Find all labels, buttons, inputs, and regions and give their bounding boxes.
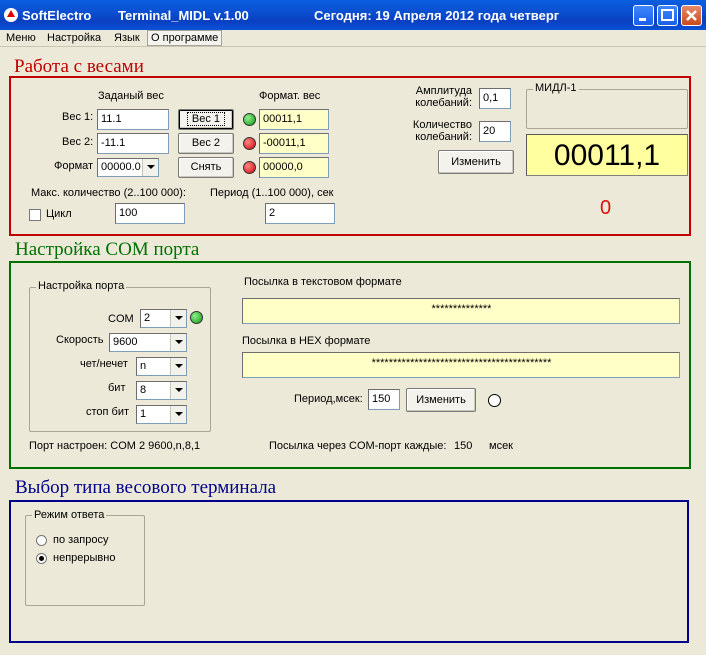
chevron-down-icon[interactable]: [170, 334, 186, 351]
menu-bar: Меню Настройка Язык О программе: [0, 30, 706, 47]
format-label: Формат: [54, 160, 94, 172]
bits-select[interactable]: 8: [136, 381, 187, 400]
stop-bits-label: стоп бит: [86, 406, 130, 418]
weight1-label: Вес 1:: [62, 111, 94, 123]
terminal-section-title: Выбор типа весового терминала: [15, 477, 277, 498]
speed-label: Скорость: [56, 334, 104, 346]
close-button[interactable]: [681, 5, 702, 26]
max-count-label: Макс. количество (2..100 000):: [31, 187, 186, 199]
menu-item-about[interactable]: О программе: [147, 30, 223, 46]
radio-continuous[interactable]: [36, 553, 47, 564]
remove-status-indicator: [243, 161, 256, 174]
format-select-value: 00000.0: [101, 161, 141, 173]
weight2-button[interactable]: Вес 2: [178, 133, 234, 154]
amplitude-label-1: Амплитуда: [415, 85, 472, 97]
change-period-button[interactable]: Изменить: [406, 388, 476, 412]
minimize-button[interactable]: [633, 5, 654, 26]
stop-bits-select[interactable]: 1: [136, 405, 187, 424]
chevron-down-icon[interactable]: [142, 159, 158, 176]
speed-select-value: 9600: [113, 336, 138, 348]
osc-count-label-2: колебаний:: [415, 131, 472, 143]
amplitude-label-2: колебаний:: [415, 97, 472, 109]
parity-select[interactable]: n: [136, 357, 187, 376]
continuous-label: непрерывно: [53, 552, 116, 564]
parity-select-value: n: [140, 360, 147, 372]
weight1-button[interactable]: Вес 1: [178, 109, 234, 130]
counter-value: 0: [600, 197, 612, 219]
date-text: Сегодня: 19 Апреля 2012 года четверг: [314, 8, 560, 23]
max-count-input[interactable]: 100: [115, 203, 185, 224]
text-send-label: Посылка в текстовом формате: [244, 276, 402, 288]
format-weight2-output: -00011,1: [259, 133, 329, 154]
hex-send-field[interactable]: ****************************************…: [242, 352, 680, 378]
amplitude-input[interactable]: 0,1: [479, 88, 511, 109]
port-settings-title: Настройка порта: [36, 280, 127, 292]
app-name: SoftElectro: [22, 8, 92, 23]
period-label: Период (1..100 000), сек: [210, 187, 334, 199]
menu-item-menu[interactable]: Меню: [6, 32, 36, 44]
send-every-unit: мсек: [489, 440, 513, 452]
com-section-title: Настройка COM порта: [15, 239, 200, 260]
format-weight-header: Формат. вес: [259, 90, 321, 102]
menu-item-language[interactable]: Язык: [114, 32, 140, 44]
com-select-value: 2: [144, 312, 151, 324]
title-bar[interactable]: SoftElectro Terminal_MIDL v.1.00 Сегодня…: [0, 0, 706, 30]
set-weight-header: Заданый вес: [98, 90, 164, 102]
cycle-checkbox[interactable]: [29, 209, 41, 221]
cycle-label: Цикл: [46, 208, 72, 220]
bits-label: бит: [108, 382, 126, 394]
bits-select-value: 8: [140, 384, 147, 396]
maximize-button[interactable]: [657, 5, 678, 26]
radio-on-request[interactable]: [36, 535, 47, 546]
speed-select[interactable]: 9600: [109, 333, 187, 352]
period-input[interactable]: 2: [265, 203, 335, 224]
weight2-input[interactable]: -11.1: [97, 133, 169, 154]
chevron-down-icon[interactable]: [170, 310, 186, 327]
osc-count-label-1: Количество: [412, 119, 472, 131]
send-status-indicator: [488, 394, 501, 407]
send-period-label: Период,мсек:: [294, 393, 363, 405]
change-amplitude-button[interactable]: Изменить: [438, 150, 514, 174]
text-send-field[interactable]: **************: [242, 298, 680, 324]
minimize-icon: [639, 18, 646, 21]
weight2-status-indicator: [243, 137, 256, 150]
send-period-input[interactable]: 150: [368, 389, 400, 410]
chevron-down-icon[interactable]: [170, 358, 186, 375]
com-select[interactable]: 2: [140, 309, 187, 328]
chevron-down-icon[interactable]: [170, 382, 186, 399]
weight-display: 00011,1: [526, 134, 688, 176]
close-icon: [686, 10, 697, 21]
weight1-status-indicator: [243, 113, 256, 126]
on-request-label: по запросу: [53, 534, 109, 546]
remove-weight-button[interactable]: Снять: [178, 157, 234, 178]
stop-bits-select-value: 1: [140, 408, 147, 420]
weight2-label: Вес 2:: [62, 136, 94, 148]
osc-count-input[interactable]: 20: [479, 121, 511, 142]
weight1-input[interactable]: 11.1: [97, 109, 169, 130]
format-weight1-output: 00011,1: [259, 109, 329, 130]
maximize-icon: [661, 9, 674, 21]
window-title: Terminal_MIDL v.1.00: [118, 8, 249, 23]
format-zero-output: 00000,0: [259, 157, 329, 178]
parity-label: чет/нечет: [80, 358, 128, 370]
com-label: COM: [108, 313, 134, 325]
com-status-indicator: [190, 311, 203, 324]
format-select[interactable]: 00000.0: [97, 158, 159, 177]
send-every-value: 150: [454, 440, 473, 452]
hex-send-label: Посылка в HEX формате: [242, 335, 371, 347]
app-icon: [4, 8, 18, 22]
midl-title: МИДЛ-1: [533, 82, 579, 94]
send-every-label: Посылка через COM-порт каждые:: [269, 440, 447, 452]
weights-section-title: Работа с весами: [14, 56, 144, 77]
menu-item-settings[interactable]: Настройка: [47, 32, 101, 44]
response-mode-title: Режим ответа: [32, 509, 107, 521]
weight1-button-label: Вес 1: [186, 112, 226, 126]
midl-groupbox: [526, 89, 688, 129]
chevron-down-icon[interactable]: [170, 406, 186, 423]
port-status-text: Порт настроен: COM 2 9600,n,8,1: [29, 440, 201, 452]
